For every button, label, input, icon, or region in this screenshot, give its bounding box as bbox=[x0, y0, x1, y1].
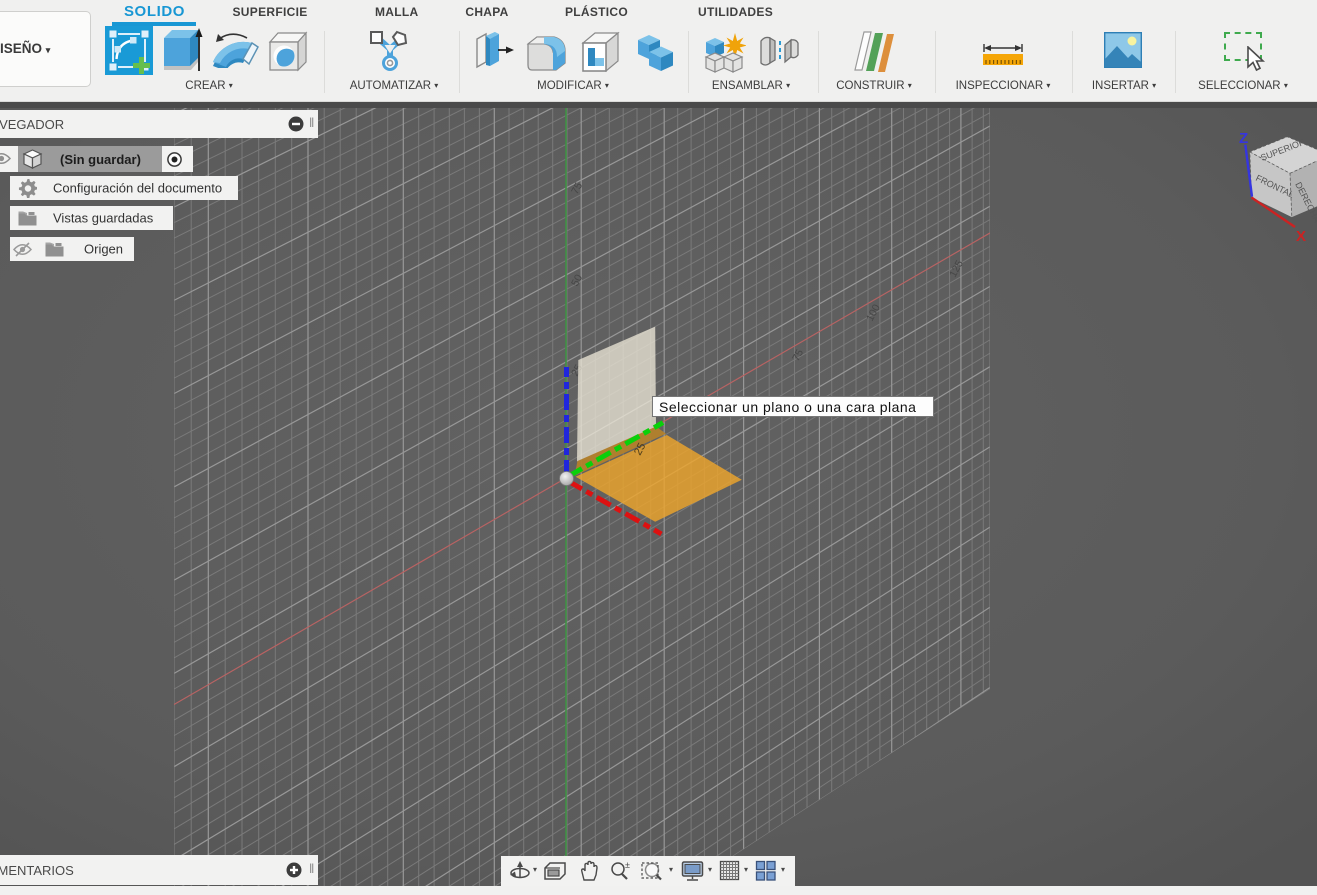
svg-text:Z: Z bbox=[1239, 130, 1248, 147]
svg-text:X: X bbox=[1296, 228, 1306, 245]
svg-text:±: ± bbox=[625, 860, 630, 870]
